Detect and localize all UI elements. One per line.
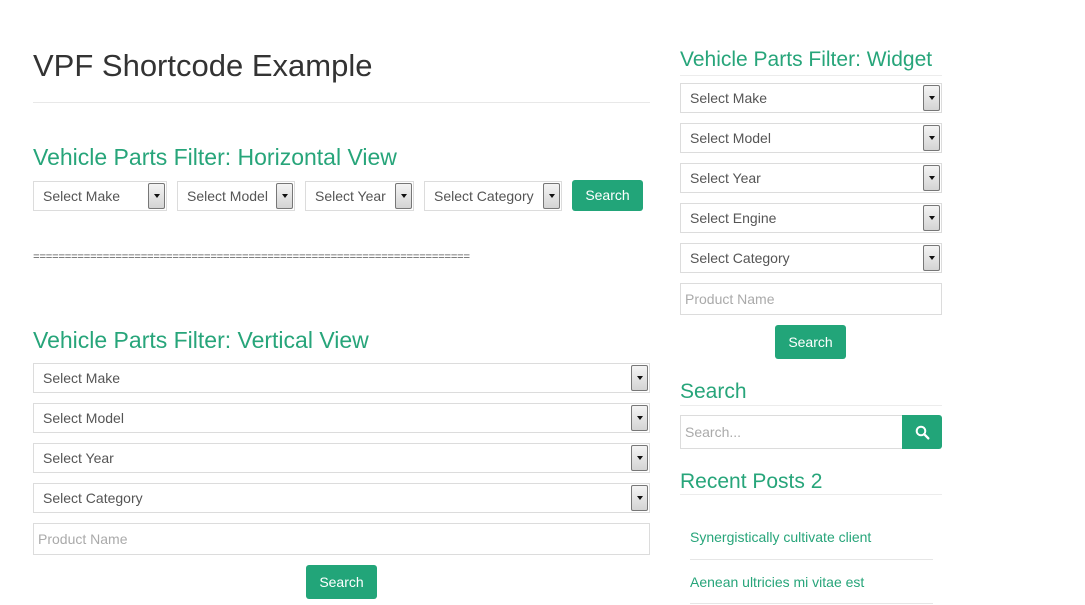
search-widget-heading: Search bbox=[680, 380, 747, 403]
sidebar-search-input[interactable]: Search... bbox=[680, 415, 903, 449]
select-label: Select Year bbox=[315, 188, 386, 204]
vertical-model-select[interactable]: Select Model bbox=[33, 403, 650, 433]
horizontal-view-heading: Vehicle Parts Filter: Horizontal View bbox=[33, 144, 397, 170]
vertical-make-select[interactable]: Select Make bbox=[33, 363, 650, 393]
chevron-down-icon bbox=[395, 183, 412, 209]
horizontal-make-select[interactable]: Select Make bbox=[33, 181, 167, 211]
search-heading-divider bbox=[680, 405, 942, 406]
widget-make-select[interactable]: Select Make bbox=[680, 83, 942, 113]
vertical-view-heading: Vehicle Parts Filter: Vertical View bbox=[33, 327, 369, 353]
sidebar-search-button[interactable] bbox=[902, 415, 942, 449]
recent-post-link[interactable]: Aenean ultricies mi vitae est bbox=[690, 574, 864, 590]
vertical-search-button[interactable]: Search bbox=[306, 565, 377, 599]
horizontal-search-button[interactable]: Search bbox=[572, 180, 643, 211]
select-label: Select Make bbox=[43, 370, 121, 386]
chevron-down-icon bbox=[631, 485, 648, 511]
widget-search-button[interactable]: Search bbox=[775, 325, 846, 359]
widget-heading: Vehicle Parts Filter: Widget bbox=[680, 48, 933, 71]
chevron-down-icon bbox=[923, 245, 940, 271]
separator-text: ========================================… bbox=[33, 252, 470, 264]
widget-heading-divider bbox=[680, 75, 942, 76]
select-label: Select Make bbox=[690, 90, 768, 106]
select-label: Select Category bbox=[43, 490, 143, 506]
chevron-down-icon bbox=[923, 165, 940, 191]
select-label: Select Year bbox=[690, 170, 761, 186]
chevron-down-icon bbox=[543, 183, 560, 209]
select-label: Select Make bbox=[43, 188, 121, 204]
post-divider bbox=[690, 559, 933, 560]
select-label: Select Model bbox=[187, 188, 268, 204]
chevron-down-icon bbox=[631, 365, 648, 391]
widget-category-select[interactable]: Select Category bbox=[680, 243, 942, 273]
horizontal-model-select[interactable]: Select Model bbox=[177, 181, 295, 211]
select-label: Select Engine bbox=[690, 210, 777, 226]
chevron-down-icon bbox=[923, 125, 940, 151]
select-label: Select Category bbox=[690, 250, 790, 266]
chevron-down-icon bbox=[631, 445, 648, 471]
chevron-down-icon bbox=[923, 85, 940, 111]
post-divider bbox=[690, 603, 933, 604]
horizontal-category-select[interactable]: Select Category bbox=[424, 181, 562, 211]
widget-product-name-input[interactable]: Product Name bbox=[680, 283, 942, 315]
recent-posts-heading-divider bbox=[680, 494, 942, 495]
horizontal-year-select[interactable]: Select Year bbox=[305, 181, 414, 211]
widget-year-select[interactable]: Select Year bbox=[680, 163, 942, 193]
chevron-down-icon bbox=[631, 405, 648, 431]
chevron-down-icon bbox=[148, 183, 165, 209]
page-title: VPF Shortcode Example bbox=[33, 48, 373, 83]
select-label: Select Model bbox=[690, 130, 771, 146]
search-icon bbox=[915, 425, 930, 440]
title-divider bbox=[33, 102, 650, 103]
recent-posts-heading: Recent Posts 2 bbox=[680, 470, 823, 493]
select-label: Select Year bbox=[43, 450, 114, 466]
widget-model-select[interactable]: Select Model bbox=[680, 123, 942, 153]
vertical-category-select[interactable]: Select Category bbox=[33, 483, 650, 513]
vertical-product-name-input[interactable]: Product Name bbox=[33, 523, 650, 555]
select-label: Select Model bbox=[43, 410, 124, 426]
recent-post-link[interactable]: Synergistically cultivate client bbox=[690, 529, 871, 545]
vertical-year-select[interactable]: Select Year bbox=[33, 443, 650, 473]
select-label: Select Category bbox=[434, 188, 534, 204]
widget-engine-select[interactable]: Select Engine bbox=[680, 203, 942, 233]
chevron-down-icon bbox=[276, 183, 293, 209]
chevron-down-icon bbox=[923, 205, 940, 231]
